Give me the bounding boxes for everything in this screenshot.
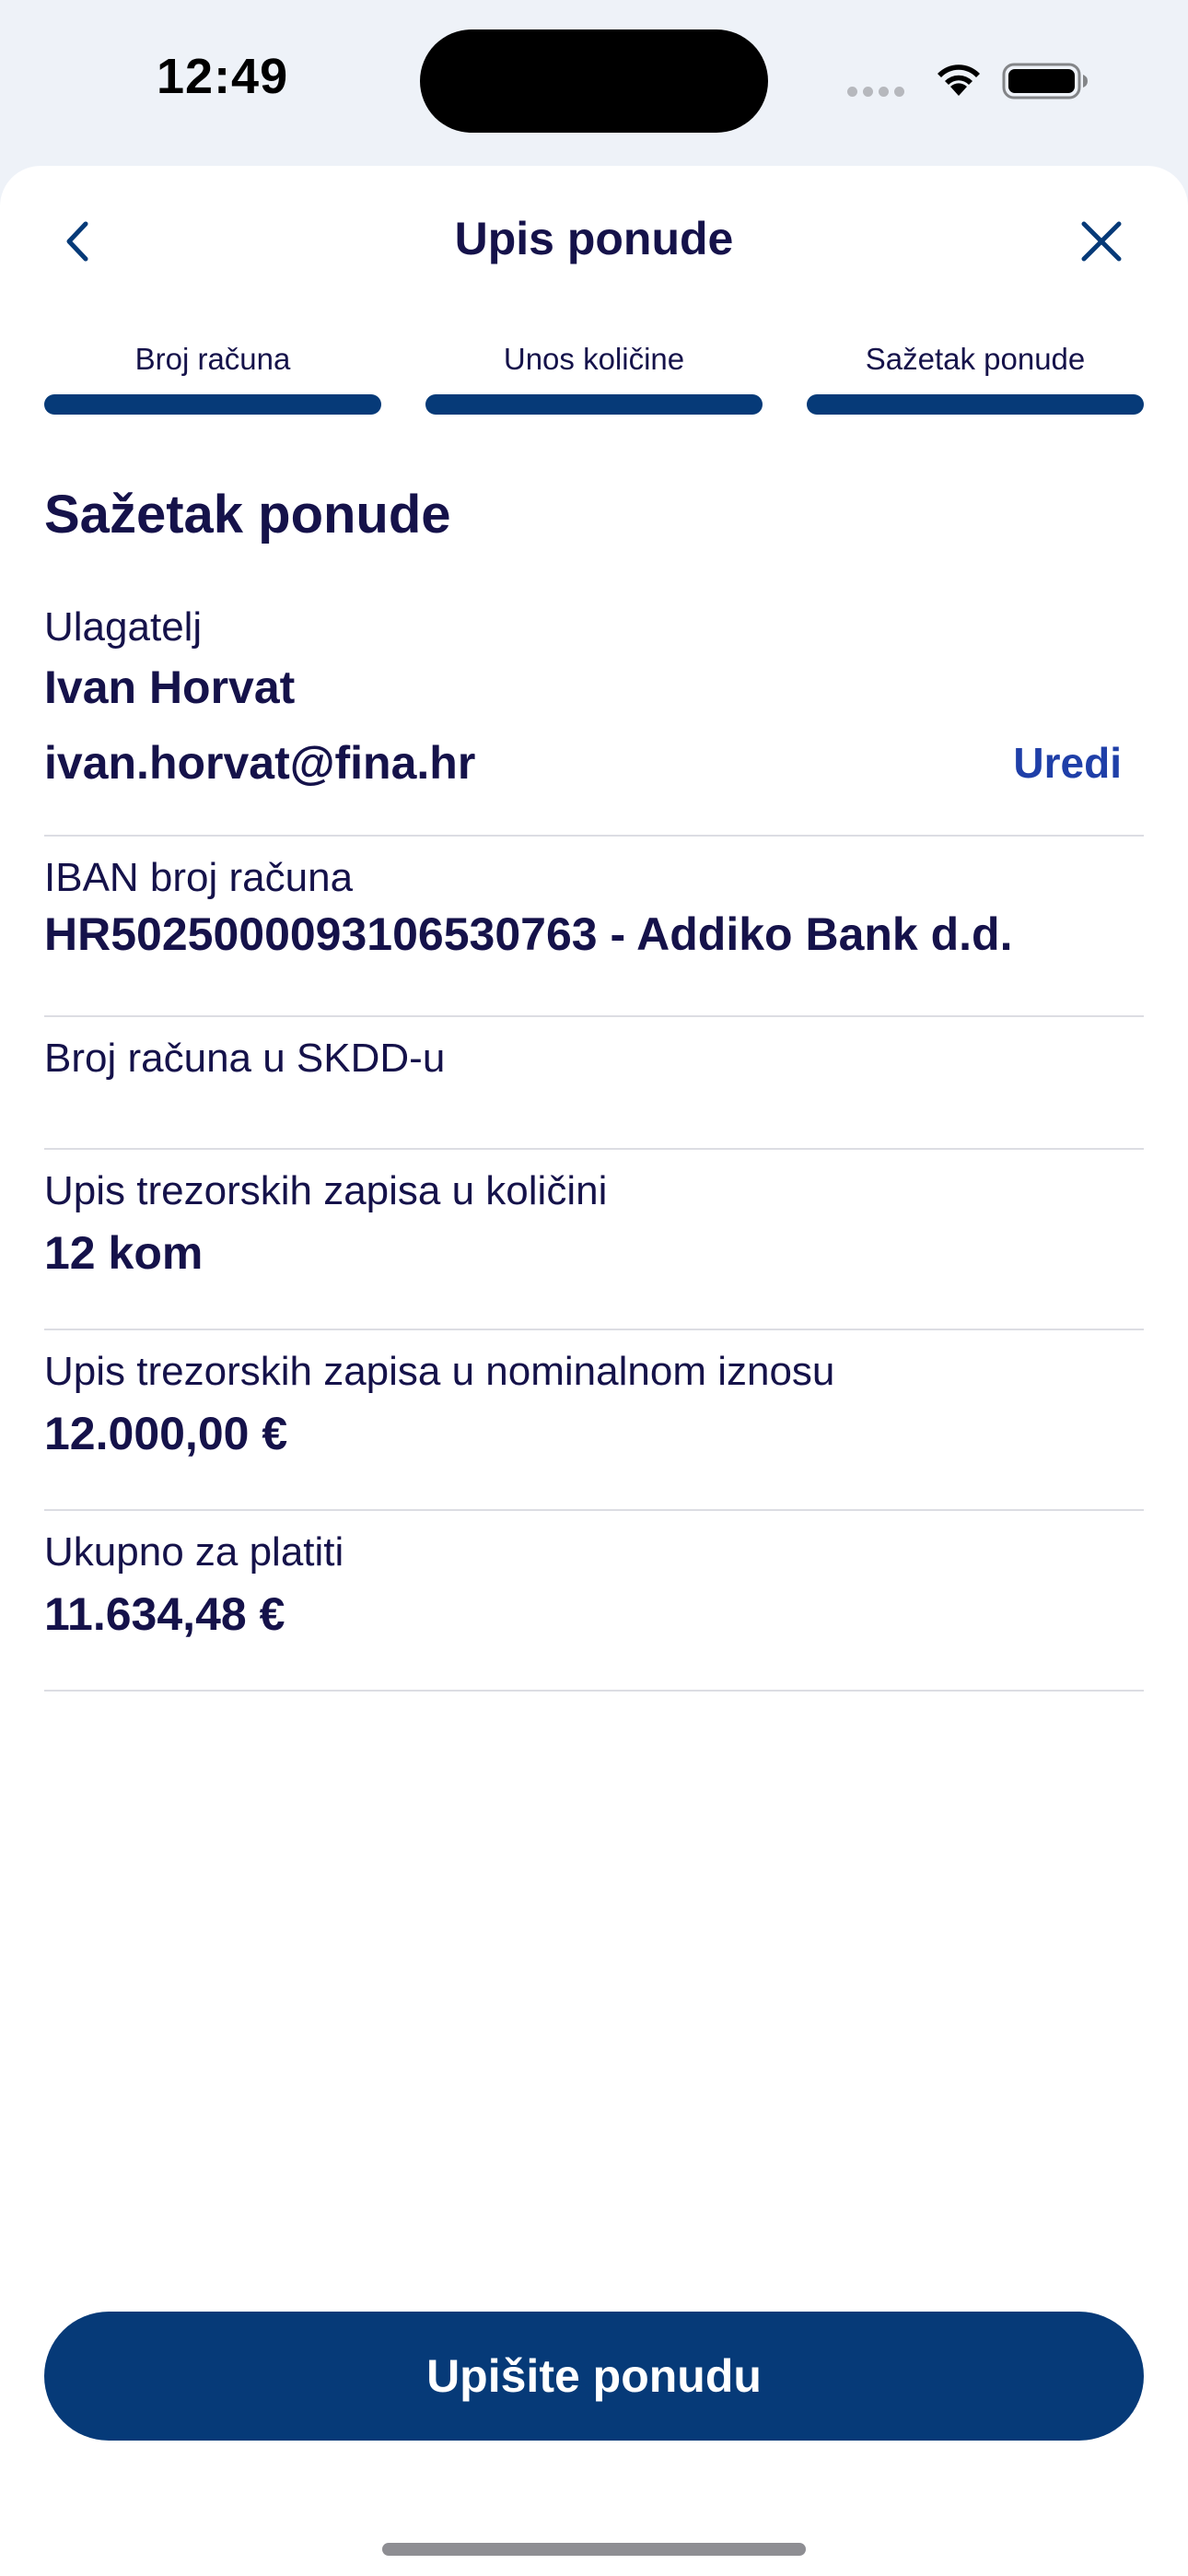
step-offer-summary: Sažetak ponude: [807, 341, 1144, 415]
total-label: Ukupno za platiti: [44, 1529, 344, 1575]
skdd-row: Broj računa u SKDD-u: [44, 1034, 1144, 1150]
battery-icon: [1002, 63, 1088, 100]
status-time: 12:49: [157, 49, 289, 104]
nominal-amount-value: 12.000,00 €: [44, 1408, 288, 1459]
bottom-sheet: Upis ponude Broj računa Unos količine Sa…: [0, 166, 1188, 2576]
step-account-number: Broj računa: [44, 341, 381, 415]
investor-email: ivan.horvat@fina.hr: [44, 737, 476, 789]
submit-offer-button[interactable]: Upišite ponudu: [44, 2312, 1144, 2441]
close-icon: [1081, 221, 1122, 262]
quantity-value: 12 kom: [44, 1227, 204, 1279]
step-label: Unos količine: [503, 342, 685, 376]
total-value: 11.634,48 €: [44, 1588, 285, 1640]
step-quantity-entry: Unos količine: [425, 341, 763, 415]
close-button[interactable]: [1065, 205, 1138, 278]
step-label: Broj računa: [134, 342, 291, 376]
edit-link[interactable]: Uredi: [1013, 733, 1122, 792]
step-label: Sažetak ponude: [865, 342, 1086, 376]
wifi-icon: [938, 64, 980, 96]
status-bar: 12:49: [0, 0, 1188, 166]
cellular-signal-icon: [847, 85, 910, 101]
iban-row: IBAN broj računa HR5025000093106530763 -…: [44, 853, 1144, 1017]
iban-label: IBAN broj računa: [44, 855, 354, 900]
dynamic-island: [420, 29, 768, 133]
skdd-label: Broj računa u SKDD-u: [44, 1036, 446, 1081]
summary-content: Sažetak ponude Ulagatelj Ivan Horvat iva…: [44, 479, 1144, 1692]
progress-stepper: Broj računa Unos količine Sažetak ponude: [44, 341, 1144, 415]
quantity-label: Upis trezorskih zapisa u količini: [44, 1168, 608, 1213]
step-progress-bar: [807, 394, 1144, 415]
nav-header: Upis ponude: [0, 166, 1188, 322]
quantity-row: Upis trezorskih zapisa u količini 12 kom: [44, 1166, 1144, 1330]
step-progress-bar: [425, 394, 763, 415]
investor-label: Ulagatelj: [44, 604, 203, 650]
investor-name: Ivan Horvat: [44, 662, 296, 713]
section-title: Sažetak ponude: [44, 485, 451, 544]
page-title: Upis ponude: [454, 213, 734, 264]
step-progress-bar: [44, 394, 381, 415]
investor-row: Ulagatelj Ivan Horvat ivan.horvat@fina.h…: [44, 603, 1144, 837]
total-row: Ukupno za platiti 11.634,48 €: [44, 1528, 1144, 1692]
nominal-amount-label: Upis trezorskih zapisa u nominalnom izno…: [44, 1349, 835, 1394]
investor-email-line: ivan.horvat@fina.hr Uredi: [44, 733, 1144, 792]
home-indicator: [382, 2543, 806, 2556]
nominal-amount-row: Upis trezorskih zapisa u nominalnom izno…: [44, 1347, 1144, 1511]
status-icons: [847, 57, 1088, 103]
iban-value: HR5025000093106530763 - Addiko Bank d.d.: [44, 908, 1013, 960]
